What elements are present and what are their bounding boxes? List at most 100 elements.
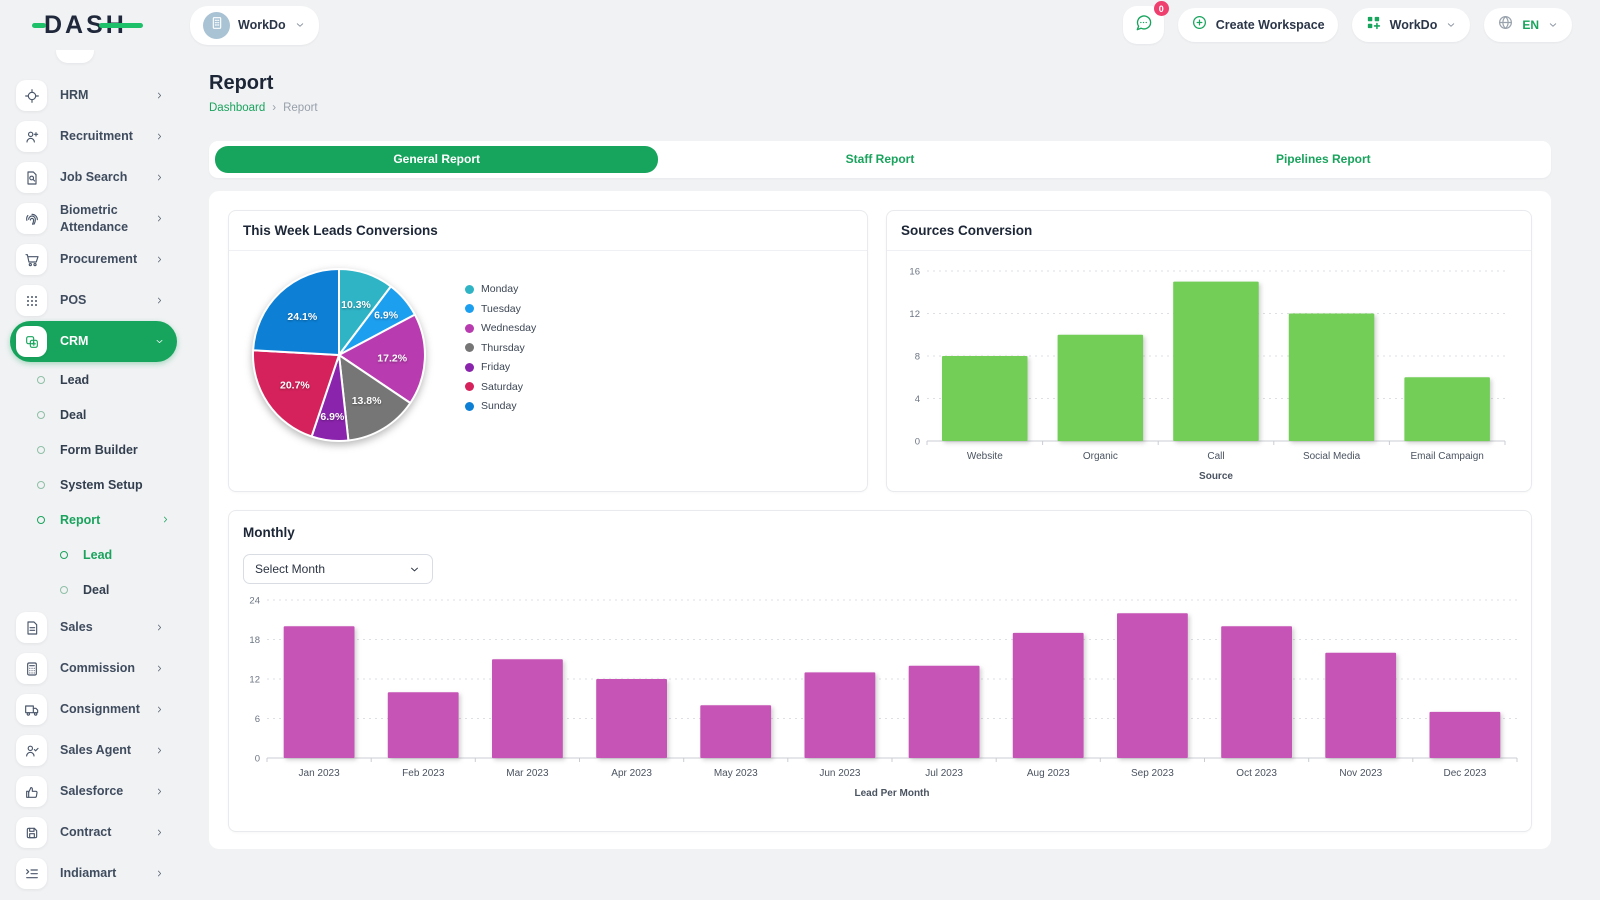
topbar: DASH WorkDo 0 Create Workspace WorkDo EN xyxy=(0,0,1600,50)
sources-conversion-card: Sources Conversion 0481216WebsiteOrganic… xyxy=(886,210,1532,492)
chevron-down-icon xyxy=(294,19,306,31)
chevron-down-icon xyxy=(408,563,421,576)
sidebar-subitem-report[interactable]: Report xyxy=(10,502,177,537)
legend-item-monday: Monday xyxy=(465,283,536,295)
sidebar-subitem-lead[interactable]: Lead xyxy=(10,362,177,397)
sidebar-item-salesforce[interactable]: Salesforce xyxy=(10,771,177,812)
tab-pipelines-report[interactable]: Pipelines Report xyxy=(1102,146,1545,173)
legend-dot-icon xyxy=(465,363,474,372)
monthly-bar-chart: 06121824Jan 2023Feb 2023Mar 2023Apr 2023… xyxy=(237,590,1523,802)
sales-icon xyxy=(16,612,47,643)
sidebar-item-pos[interactable]: POS xyxy=(10,280,177,321)
sidebar-item-hrm[interactable]: HRM xyxy=(10,75,177,116)
app-grid-icon xyxy=(1365,14,1382,36)
language-switcher[interactable]: EN xyxy=(1484,8,1572,42)
legend-item-sunday: Sunday xyxy=(465,400,536,412)
chevron-right-icon xyxy=(154,663,165,674)
consignment-icon xyxy=(16,694,47,725)
sidebar-subitem-label: Deal xyxy=(60,408,86,422)
workspace-avatar xyxy=(203,12,230,39)
pie-slice-value: 17.2% xyxy=(377,352,407,364)
bullet-icon xyxy=(60,586,68,594)
sidebar-item-sales-agent[interactable]: Sales Agent xyxy=(10,730,177,771)
sidebar-subitem-lead[interactable]: Lead xyxy=(10,537,177,572)
sidebar-item-contract[interactable]: Contract xyxy=(10,812,177,853)
chevron-right-icon xyxy=(154,254,165,265)
sidebar-item-recruitment[interactable]: Recruitment xyxy=(10,116,177,157)
x-tick-label: Apr 2023 xyxy=(611,768,652,779)
y-tick-label: 6 xyxy=(255,714,260,725)
y-tick-label: 16 xyxy=(909,267,920,278)
y-tick-label: 12 xyxy=(249,675,260,686)
sidebar-item-crm[interactable]: CRM xyxy=(10,321,177,362)
sources-conversion-title: Sources Conversion xyxy=(887,211,1531,251)
breadcrumb-dashboard-link[interactable]: Dashboard xyxy=(209,102,265,114)
month-select-value: Select Month xyxy=(255,562,325,576)
legend-item-thursday: Thursday xyxy=(465,342,536,354)
legend-dot-icon xyxy=(465,324,474,333)
x-axis-label: Lead Per Month xyxy=(854,788,929,799)
bar-nov-2023 xyxy=(1325,653,1396,758)
breadcrumb-current: Report xyxy=(283,102,318,114)
procurement-icon xyxy=(16,244,47,275)
sidebar: HRMRecruitment Job Search Biometric Attend… xyxy=(0,50,190,900)
month-select[interactable]: Select Month xyxy=(243,554,433,584)
legend-label: Sunday xyxy=(481,400,517,412)
sidebar-item-consignment[interactable]: Consignment xyxy=(10,689,177,730)
x-tick-label: Email Campaign xyxy=(1411,451,1484,462)
sidebar-subitem-label: Report xyxy=(60,513,100,527)
salesforce-icon xyxy=(16,776,47,807)
bar-sep-2023 xyxy=(1117,613,1188,758)
tab-staff-report[interactable]: Staff Report xyxy=(658,146,1101,173)
tab-general-report[interactable]: General Report xyxy=(215,146,658,173)
app-switcher[interactable]: WorkDo xyxy=(1352,8,1471,42)
sidebar-item-label: Sales Agent xyxy=(60,742,131,758)
bar-mar-2023 xyxy=(492,659,563,758)
biometric-attendance-icon xyxy=(16,203,47,234)
x-tick-label: Dec 2023 xyxy=(1443,768,1486,779)
chevron-down-icon xyxy=(154,336,165,347)
sidebar-subitem-label: Form Builder xyxy=(60,443,138,457)
dash-logo: DASH xyxy=(44,11,127,40)
legend-dot-icon xyxy=(465,382,474,391)
logo-wrap: DASH xyxy=(0,11,190,40)
sidebar-item-procurement[interactable]: Procurement xyxy=(10,239,177,280)
sidebar-item-commission[interactable]: Commission xyxy=(10,648,177,689)
legend-item-tuesday: Tuesday xyxy=(465,303,536,315)
create-workspace-button[interactable]: Create Workspace xyxy=(1178,8,1338,42)
legend-item-wednesday: Wednesday xyxy=(465,322,536,334)
legend-label: Friday xyxy=(481,361,510,373)
x-tick-label: Website xyxy=(967,451,1003,462)
sidebar-item-job-search[interactable]: Job Search xyxy=(10,157,177,198)
sidebar-subitem-deal[interactable]: Deal xyxy=(10,572,177,607)
chevron-right-icon xyxy=(154,827,165,838)
report-tabs: General ReportStaff ReportPipelines Repo… xyxy=(209,141,1551,178)
y-tick-label: 4 xyxy=(915,394,920,405)
sidebar-item-sales[interactable]: Sales xyxy=(10,607,177,648)
chevron-right-icon xyxy=(160,514,171,525)
chevron-right-icon xyxy=(154,90,165,101)
workspace-switcher[interactable]: WorkDo xyxy=(190,6,319,45)
workspace-name: WorkDo xyxy=(238,18,286,32)
bullet-icon xyxy=(37,481,45,489)
bar-dec-2023 xyxy=(1430,712,1501,758)
x-tick-label: Sep 2023 xyxy=(1131,768,1174,779)
x-tick-label: Jan 2023 xyxy=(299,768,341,779)
messages-button[interactable]: 0 xyxy=(1123,6,1164,44)
chevron-right-icon xyxy=(154,622,165,633)
sidebar-item-indiamart[interactable]: Indiamart xyxy=(10,853,177,894)
topbar-right: 0 Create Workspace WorkDo EN xyxy=(1123,6,1572,44)
legend-dot-icon xyxy=(465,304,474,313)
legend-label: Wednesday xyxy=(481,322,536,334)
sidebar-subitem-system-setup[interactable]: System Setup xyxy=(10,467,177,502)
x-tick-label: Social Media xyxy=(1303,451,1361,462)
pie-slice-value: 6.9% xyxy=(374,309,399,321)
sidebar-item-biometric-attendance[interactable]: Biometric Attendance xyxy=(10,198,177,239)
y-tick-label: 18 xyxy=(249,635,260,646)
sidebar-subitem-deal[interactable]: Deal xyxy=(10,397,177,432)
sidebar-item-label: Job Search xyxy=(60,169,127,185)
sidebar-item-label: Procurement xyxy=(60,251,137,267)
pie-slice-value: 24.1% xyxy=(287,311,317,323)
y-tick-label: 8 xyxy=(915,352,920,363)
sidebar-subitem-form-builder[interactable]: Form Builder xyxy=(10,432,177,467)
